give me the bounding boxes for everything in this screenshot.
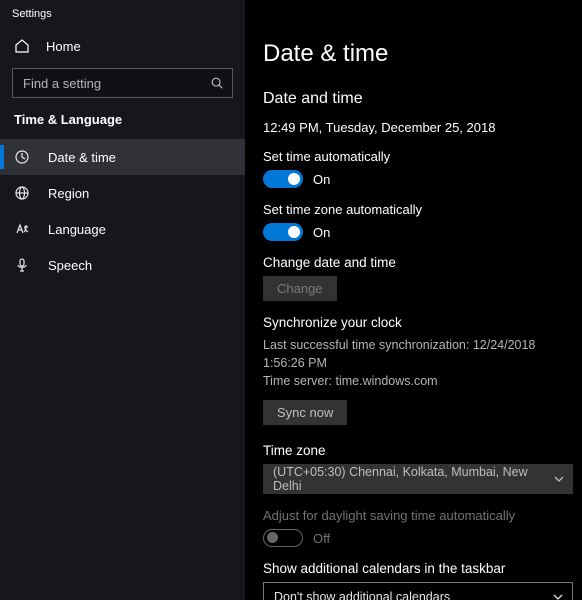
- sidebar-menu: Date & time Region Language: [0, 139, 245, 283]
- sync-server-label: Time server:: [263, 374, 332, 388]
- sidebar-item-speech[interactable]: Speech: [0, 247, 245, 283]
- toggle-dst: [263, 529, 303, 547]
- sync-now-button[interactable]: Sync now: [263, 400, 347, 425]
- sync-heading: Synchronize your clock: [263, 315, 566, 330]
- language-icon: [14, 221, 30, 237]
- sidebar-item-label: Date & time: [48, 150, 116, 165]
- sidebar: Settings Home Time & Language Date & tim…: [0, 0, 245, 600]
- setting-dst: Adjust for daylight saving time automati…: [263, 508, 566, 547]
- search-box[interactable]: [12, 68, 233, 98]
- setting-set-tz-auto: Set time zone automatically On: [263, 202, 566, 241]
- chevron-down-icon: [552, 591, 564, 600]
- sidebar-item-region[interactable]: Region: [0, 175, 245, 211]
- search-input[interactable]: [13, 69, 232, 97]
- setting-change-date-time: Change date and time Change: [263, 255, 566, 301]
- section-heading-date-time: Date and time: [263, 90, 566, 108]
- select-value: Don't show additional calendars: [274, 590, 450, 600]
- globe-icon: [14, 185, 30, 201]
- toggle-state: Off: [313, 531, 330, 546]
- sync-last-label: Last successful time synchronization:: [263, 338, 469, 352]
- sync-server-value: time.windows.com: [335, 374, 437, 388]
- change-button[interactable]: Change: [263, 276, 337, 301]
- toggle-set-tz-auto[interactable]: [263, 223, 303, 241]
- sidebar-item-label: Region: [48, 186, 89, 201]
- setting-label: Set time zone automatically: [263, 202, 566, 217]
- sidebar-section-title: Time & Language: [0, 112, 245, 139]
- sidebar-item-date-time[interactable]: Date & time: [0, 139, 245, 175]
- clock-icon: [14, 149, 30, 165]
- toggle-set-time-auto[interactable]: [263, 170, 303, 188]
- calendars-select[interactable]: Don't show additional calendars: [263, 582, 573, 600]
- sidebar-item-label: Speech: [48, 258, 92, 273]
- sidebar-item-language[interactable]: Language: [0, 211, 245, 247]
- setting-set-time-auto: Set time automatically On: [263, 149, 566, 188]
- setting-label: Time zone: [263, 443, 566, 458]
- chevron-down-icon: [553, 473, 565, 485]
- sidebar-item-label: Language: [48, 222, 106, 237]
- page-title: Date & time: [263, 40, 566, 68]
- home-nav[interactable]: Home: [0, 28, 245, 64]
- search-icon: [210, 76, 224, 90]
- setting-label: Change date and time: [263, 255, 566, 270]
- toggle-state: On: [313, 225, 330, 240]
- setting-label: Set time automatically: [263, 149, 566, 164]
- setting-additional-calendars: Show additional calendars in the taskbar…: [263, 561, 566, 600]
- sync-clock-section: Synchronize your clock Last successful t…: [263, 315, 566, 425]
- setting-label: Adjust for daylight saving time automati…: [263, 508, 566, 523]
- main-content: Date & time Date and time 12:49 PM, Tues…: [245, 0, 582, 600]
- setting-timezone: Time zone (UTC+05:30) Chennai, Kolkata, …: [263, 443, 566, 494]
- current-datetime: 12:49 PM, Tuesday, December 25, 2018: [263, 120, 566, 135]
- home-icon: [14, 38, 30, 54]
- toggle-state: On: [313, 172, 330, 187]
- home-label: Home: [46, 39, 81, 54]
- setting-label: Show additional calendars in the taskbar: [263, 561, 566, 576]
- select-value: (UTC+05:30) Chennai, Kolkata, Mumbai, Ne…: [273, 465, 545, 493]
- timezone-select[interactable]: (UTC+05:30) Chennai, Kolkata, Mumbai, Ne…: [263, 464, 573, 494]
- microphone-icon: [14, 257, 30, 273]
- app-title: Settings: [0, 0, 245, 28]
